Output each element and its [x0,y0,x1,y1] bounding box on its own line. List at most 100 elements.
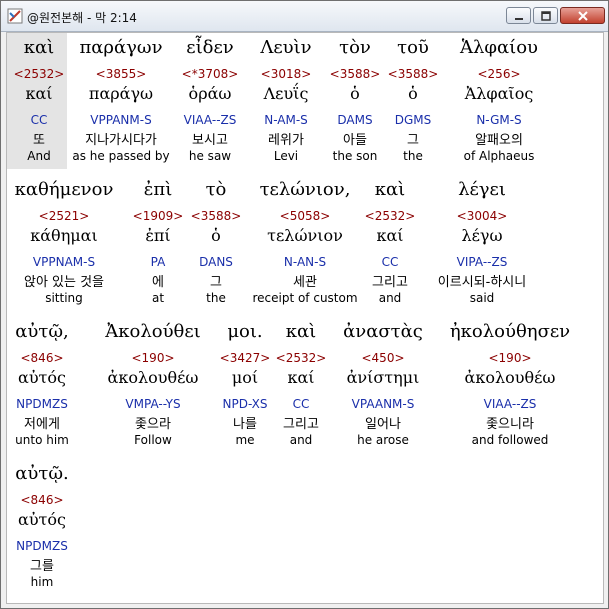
korean-gloss: 에 [152,275,164,290]
greek-word: ἠκολούθησεν [449,321,571,342]
strongs-number: <2532> [275,351,327,365]
greek-word: ἐπὶ [143,179,173,200]
parsing-code: NPDMZS [16,539,68,553]
lexical-form: λέγω [461,226,503,245]
parsing-code: VPPANM-S [90,113,152,127]
lexical-form: καί [25,84,53,103]
greek-word: ἀναστὰς [343,321,423,342]
word-legei[interactable]: λέγει <3004> λέγω VIPA--ZS 이르시되-하시니 said [427,175,537,311]
english-gloss: receipt of custom [252,291,358,305]
word-ekolouthesen[interactable]: ἠκολούθησεν <190> ἀκολουθέω VIAA--ZS 좇으니… [441,317,579,453]
lexical-form: ὁράω [188,84,232,103]
word-paragon[interactable]: παράγων <3855> παράγω VPPANM-S 지나가시다가 as… [71,33,171,169]
lexical-form: κάθημαι [30,226,98,245]
english-gloss: and [289,433,313,447]
greek-word: λέγει [458,179,506,200]
greek-word: τοῦ [397,37,429,58]
word-auto[interactable]: αὐτῷ, <846> αὐτός NPDMZS 저에게 unto him [9,317,75,453]
parsing-code: CC [30,113,48,127]
greek-word: παράγων [79,37,163,58]
word-leuin[interactable]: Λευὶν <3018> Λευΐς N-AM-S 레위가 Levi [253,33,319,169]
english-gloss: as he passed by [72,149,170,163]
english-gloss: of Alphaeus [463,149,535,163]
parsing-code: N-AM-S [264,113,308,127]
korean-gloss: 그 [407,133,419,148]
strongs-number: <3018> [260,67,312,81]
strongs-number: <1909> [132,209,184,223]
lexical-form: ὁ [350,84,360,103]
parsing-code: PA [150,255,166,269]
english-gloss: unto him [15,433,69,447]
minimize-button[interactable] [506,7,531,24]
word-eiden[interactable]: εἶδεν <*3708> ὁράω VIAA--ZS 보시고 he saw [177,33,243,169]
app-window: @원전본해 - 막 2:14 καὶ <2532> καί CC 또 And π… [0,0,609,609]
parsing-code: NPDMZS [16,397,68,411]
greek-word: τελώνιον, [259,179,351,200]
english-gloss: at [151,291,165,305]
greek-word: καὶ [23,37,55,58]
greek-word: τὸ [205,179,227,200]
parsing-code: VPAANM-S [351,397,415,411]
greek-word: καὶ [374,179,406,200]
parsing-code: VMPA--YS [125,397,181,411]
app-icon [7,8,23,24]
word-alphaiou[interactable]: Ἁλφαίου <256> Ἀλφαῖος N-GM-S 알패오의 of Alp… [451,33,547,169]
interlinear-panel[interactable]: καὶ <2532> καί CC 또 And παράγων <3855> π… [6,32,604,604]
greek-word: τὸν [339,37,371,58]
word-auto-2[interactable]: αὐτῷ. <846> αὐτός NPDMZS 그를 him [9,459,75,595]
korean-gloss: 그를 [30,559,54,574]
word-kai-3[interactable]: καὶ <2532> καί CC 그리고 and [275,317,327,453]
title-bar[interactable]: @원전본해 - 막 2:14 [1,1,608,32]
english-gloss: he saw [188,149,232,163]
english-gloss: the son [332,149,378,163]
strongs-number: <3588> [190,209,242,223]
korean-gloss: 좇으니라 [486,417,534,432]
word-to[interactable]: τὸ <3588> ὁ DANS 그 the [190,175,242,311]
lexical-form: αὐτός [18,510,66,529]
parsing-code: VIAA--ZS [183,113,237,127]
word-kai[interactable]: καὶ <2532> καί CC 또 And [9,33,69,169]
korean-gloss: 그리고 [372,275,408,290]
korean-gloss: 앉아 있는 것을 [23,275,105,290]
word-telonion[interactable]: τελώνιον, <5058> τελώνιον N-AN-S 세관 rece… [252,175,358,311]
parsing-code: DGMS [394,113,432,127]
word-kai-2[interactable]: καὶ <2532> καί CC 그리고 and [363,175,417,311]
strongs-number: <2532> [364,209,416,223]
parsing-code: VPPNAM-S [32,255,96,269]
word-ton[interactable]: τὸν <3588> ὁ DAMS 아들 the son [329,33,381,169]
strongs-number: <846> [20,351,64,365]
english-gloss: he arose [357,433,409,447]
lexical-form: καί [376,226,404,245]
word-akolouthei[interactable]: Ἀκολούθει <190> ἀκολουθέω VMPA--YS 좇으라 F… [91,317,215,453]
maximize-button[interactable] [533,7,558,24]
korean-gloss: 일어나 [365,417,401,432]
lexical-form: ἀκολουθέω [464,368,556,387]
parsing-code: NPD-XS [222,397,268,411]
english-gloss: him [30,575,54,589]
parsing-code: N-GM-S [476,113,522,127]
korean-gloss: 이르시되-하시니 [437,275,527,290]
strongs-number: <190> [488,351,532,365]
english-gloss: Follow [134,433,172,447]
english-gloss: the [403,149,423,163]
lexical-form: ἀνίστημι [346,368,420,387]
close-button[interactable] [560,7,605,24]
lexical-form: ἐπί [145,226,171,245]
word-moi[interactable]: μοι. <3427> μοί NPD-XS 나를 me [219,317,271,453]
parsing-code: VIPA--ZS [456,255,508,269]
korean-gloss: 또 [33,133,45,148]
word-anastas[interactable]: ἀναστὰς <450> ἀνίστημι VPAANM-S 일어나 he a… [335,317,431,453]
english-gloss: And [27,149,51,163]
minimize-icon [514,17,523,20]
word-kathemenon[interactable]: καθήμενον <2521> κάθημαι VPPNAM-S 앉아 있는 … [9,175,119,311]
strongs-number: <2521> [38,209,90,223]
word-tou[interactable]: τοῦ <3588> ὁ DGMS 그 the [387,33,439,169]
word-epi[interactable]: ἐπὶ <1909> ἐπί PA 에 at [132,175,184,311]
korean-gloss: 지나가시다가 [85,133,157,148]
strongs-number: <450> [361,351,405,365]
korean-gloss: 나를 [233,417,257,432]
parsing-code: VIAA--ZS [483,397,537,411]
parsing-code: N-AN-S [283,255,327,269]
english-gloss: Levi [273,149,299,163]
lexical-form: μοί [231,368,259,387]
